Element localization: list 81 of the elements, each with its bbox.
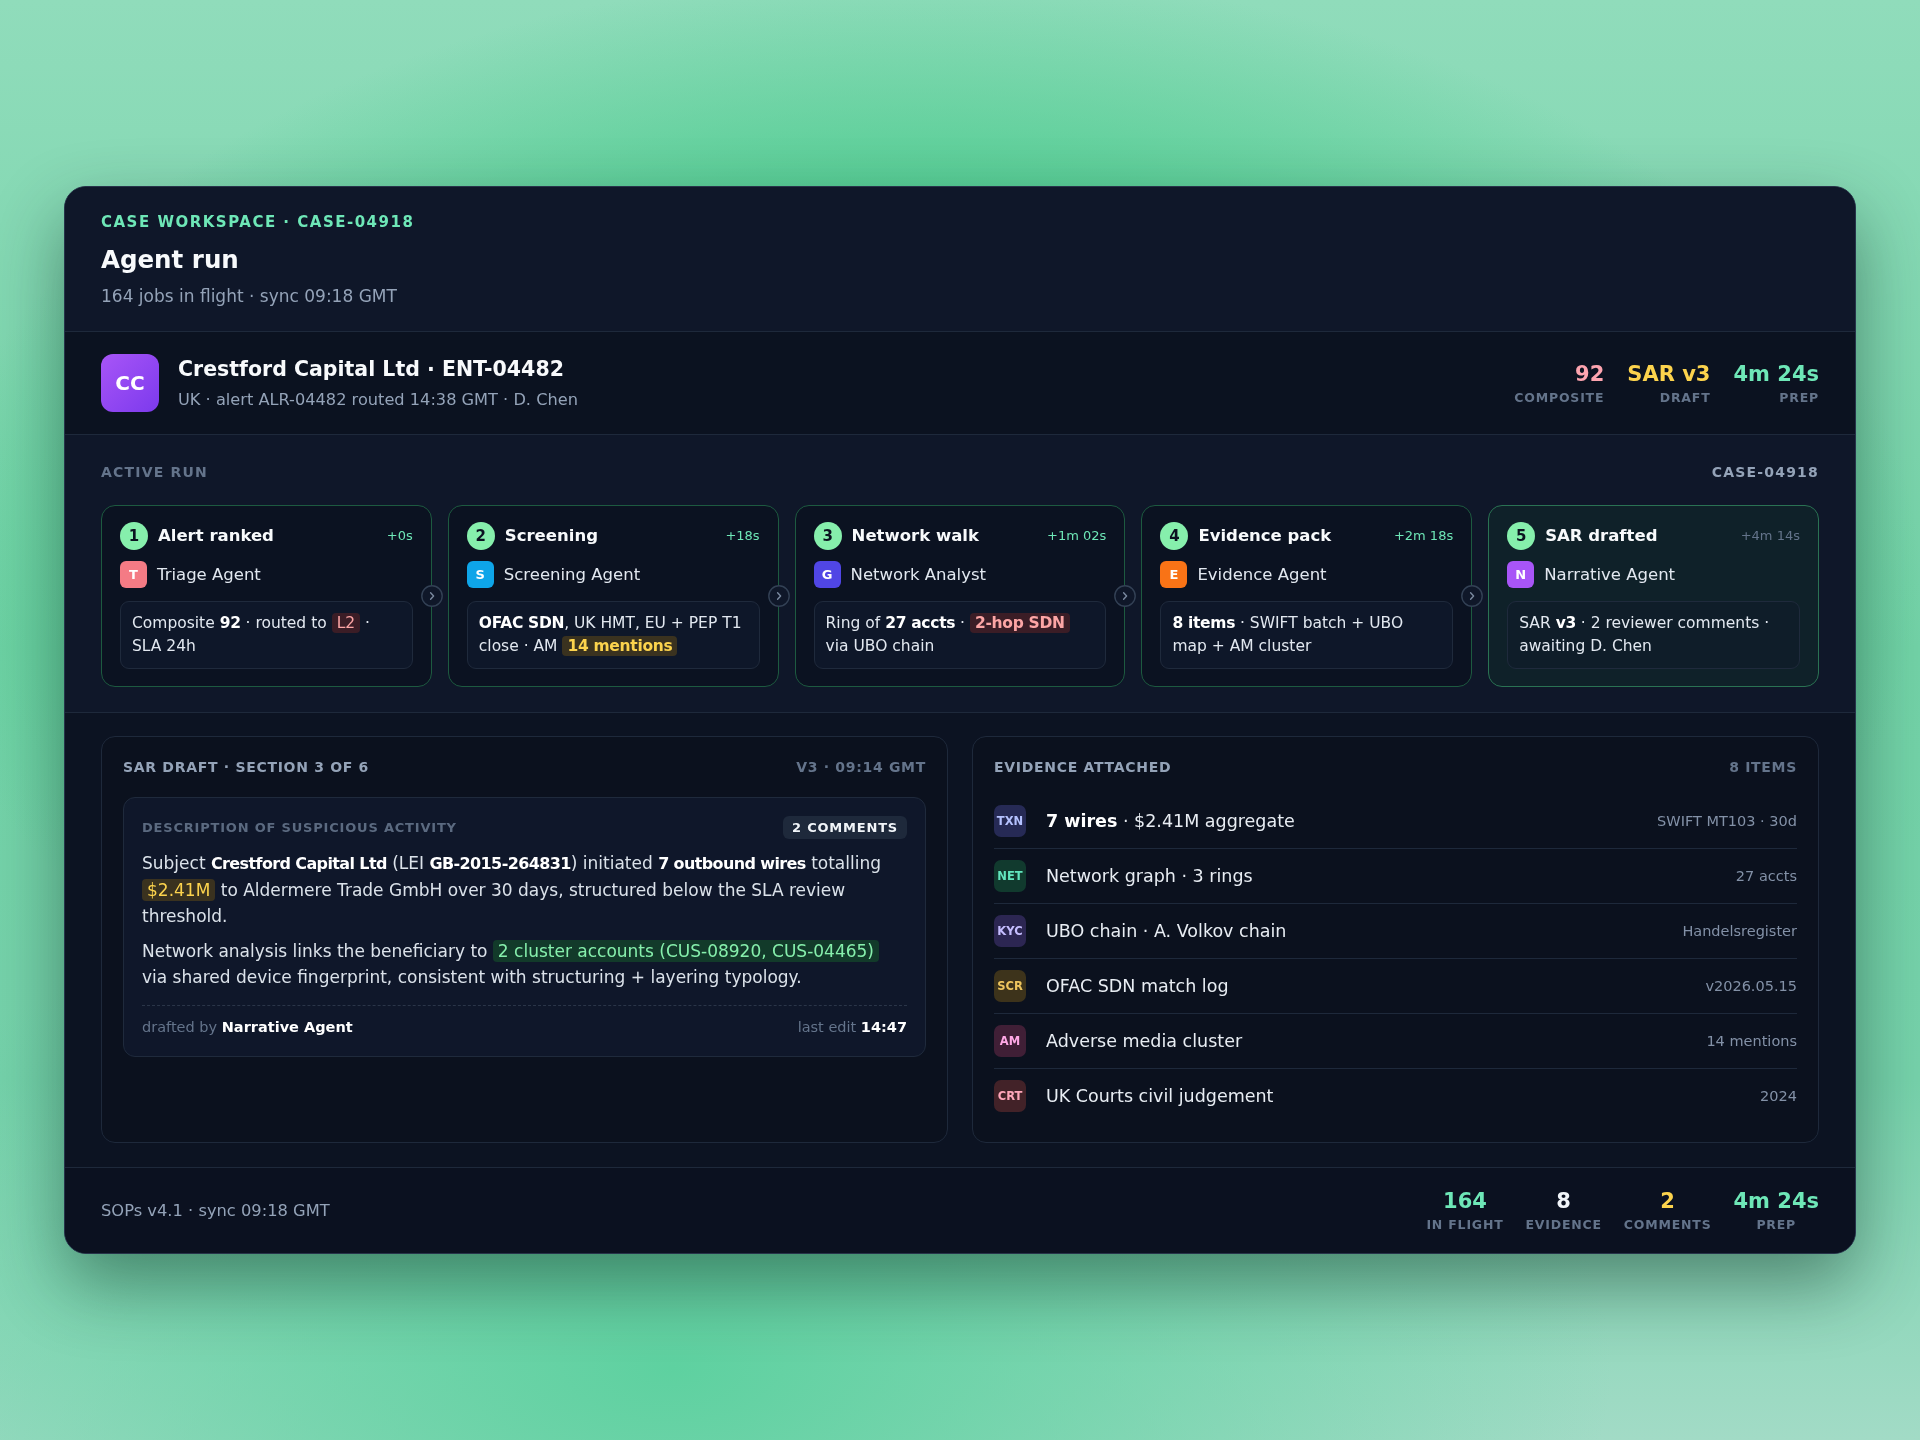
step-number: 4 xyxy=(1160,522,1189,550)
step-number: 3 xyxy=(813,522,842,550)
step-title: Network walk xyxy=(851,526,980,546)
evidence-title: Adverse media cluster xyxy=(1046,1030,1244,1052)
step-title: Alert ranked xyxy=(158,526,275,546)
step-title: Evidence pack xyxy=(1198,526,1333,546)
item-count-label: 8 ITEMS xyxy=(1729,758,1797,776)
stat-label: PREP xyxy=(1779,389,1819,406)
agent-avatar: N xyxy=(1507,561,1535,588)
agent-name: Narrative Agent xyxy=(1544,564,1676,585)
evidence-source: v2026.05.15 xyxy=(1705,977,1797,995)
stat-label: EVIDENCE xyxy=(1525,1217,1602,1233)
case-id-label: CASE-04918 xyxy=(1711,463,1819,481)
agent-name: Network Analyst xyxy=(850,564,986,585)
step-title: SAR drafted xyxy=(1545,526,1659,546)
step-title: Screening xyxy=(504,526,599,546)
evidence-tag: AM xyxy=(994,1025,1026,1057)
eyebrow-label: CASE WORKSPACE · CASE-04918 xyxy=(101,213,416,231)
entity-name: Crestford Capital Ltd · ENT-04482 xyxy=(178,356,564,382)
sync-status-text: SOPs v4.1 · sync 09:18 GMT xyxy=(101,1201,330,1220)
step-elapsed-time: +2m 18s xyxy=(1393,527,1454,545)
evidence-source: 2024 xyxy=(1760,1087,1797,1105)
agent-avatar: G xyxy=(813,561,841,588)
stat-value: 2 xyxy=(1660,1188,1675,1214)
narrative-paragraph: Network analysis links the beneficiary to 2 cluster accounts (CUS-08920, CUS-04465) via shared device fingerprint, consistent with structuring + layering typology. xyxy=(142,938,907,990)
evidence-title: UBO chain · A. Volkov chain xyxy=(1046,920,1288,942)
stat-value: 4m 24s xyxy=(1733,360,1819,387)
evidence-source: SWIFT MT103 · 30d xyxy=(1657,812,1797,830)
evidence-source: 27 accts xyxy=(1735,867,1797,885)
stat-label: IN FLIGHT xyxy=(1426,1217,1504,1233)
stat-value: 92 xyxy=(1575,360,1605,387)
step-number: 2 xyxy=(466,522,495,550)
stat-label: PREP xyxy=(1756,1217,1797,1233)
evidence-source: 14 mentions xyxy=(1706,1032,1797,1050)
agent-name: Evidence Agent xyxy=(1197,564,1327,585)
evidence-tag: TXN xyxy=(994,805,1026,837)
step-number: 1 xyxy=(120,522,148,550)
evidence-tag: NET xyxy=(994,860,1026,892)
drafted-by-text: drafted by Narrative Agent xyxy=(142,1018,353,1036)
evidence-title: 7 wires · $2.41M aggregate xyxy=(1046,810,1296,832)
step-elapsed-time: +18s xyxy=(725,527,760,545)
step-elapsed-time: +1m 02s xyxy=(1047,527,1107,545)
comments-badge: 2 COMMENTS xyxy=(782,816,907,839)
evidence-tag: CRT xyxy=(994,1080,1026,1112)
stat-value: 164 xyxy=(1443,1188,1487,1214)
section-label: ACTIVE RUN xyxy=(101,463,208,481)
page-title: Agent run xyxy=(101,244,240,276)
stat-value: SAR v3 xyxy=(1627,360,1711,387)
narrative-paragraph: Subject Crestford Capital Ltd (LEI GB-2015-264831) initiated 7 outbound wires totalling $2.41M to Aldermere Trade GmbH over 30 days, structured below the SLA review threshold. xyxy=(142,852,883,928)
stat-label: COMMENTS xyxy=(1623,1217,1712,1233)
evidence-tag: SCR xyxy=(994,970,1026,1002)
panel-title: SAR DRAFT · SECTION 3 OF 6 xyxy=(123,758,370,776)
step-number: 5 xyxy=(1507,522,1536,550)
agent-name: Screening Agent xyxy=(503,564,641,585)
step-elapsed-time: +0s xyxy=(386,527,413,545)
evidence-title: UK Courts civil judgement xyxy=(1046,1085,1275,1107)
step-summary: OFAC SDN, UK HMT, EU + PEP T1 close · AM 14 mentions xyxy=(466,601,760,669)
page-subtitle: 164 jobs in flight · sync 09:18 GMT xyxy=(101,285,398,307)
entity-details: UK · alert ALR-04482 routed 14:38 GMT · D. Chen xyxy=(178,389,578,410)
step-summary: 8 items · SWIFT batch + UBO map + AM cluster xyxy=(1160,601,1454,669)
stat-value: 8 xyxy=(1556,1188,1571,1214)
step-summary: Ring of 27 accts · 2-hop SDN via UBO chain xyxy=(813,601,1107,669)
agent-avatar: T xyxy=(120,561,147,588)
stat-label: DRAFT xyxy=(1659,389,1711,406)
agent-avatar: S xyxy=(466,561,494,588)
evidence-title: Network graph · 3 rings xyxy=(1046,865,1254,887)
stat-value: 4m 24s xyxy=(1733,1188,1819,1214)
step-summary: SAR v3 · 2 reviewer comments · awaiting D. Chen xyxy=(1507,601,1800,669)
panel-title: EVIDENCE ATTACHED xyxy=(994,758,1172,776)
evidence-title: OFAC SDN match log xyxy=(1046,975,1230,997)
stat-label: COMPOSITE xyxy=(1514,389,1605,406)
section-heading: DESCRIPTION OF SUSPICIOUS ACTIVITY xyxy=(142,818,457,837)
evidence-source: Handelsregister xyxy=(1682,922,1797,940)
step-summary: Composite 92 · routed to L2 · SLA 24h xyxy=(120,601,413,669)
agent-avatar: E xyxy=(1160,561,1188,588)
version-label: V3 · 09:14 GMT xyxy=(796,758,926,776)
agent-name: Triage Agent xyxy=(157,564,261,585)
last-edit-text: last edit 14:47 xyxy=(797,1018,907,1036)
step-elapsed-time: +4m 14s xyxy=(1740,527,1800,545)
entity-avatar: CC xyxy=(101,354,159,412)
evidence-tag: KYC xyxy=(994,915,1026,947)
